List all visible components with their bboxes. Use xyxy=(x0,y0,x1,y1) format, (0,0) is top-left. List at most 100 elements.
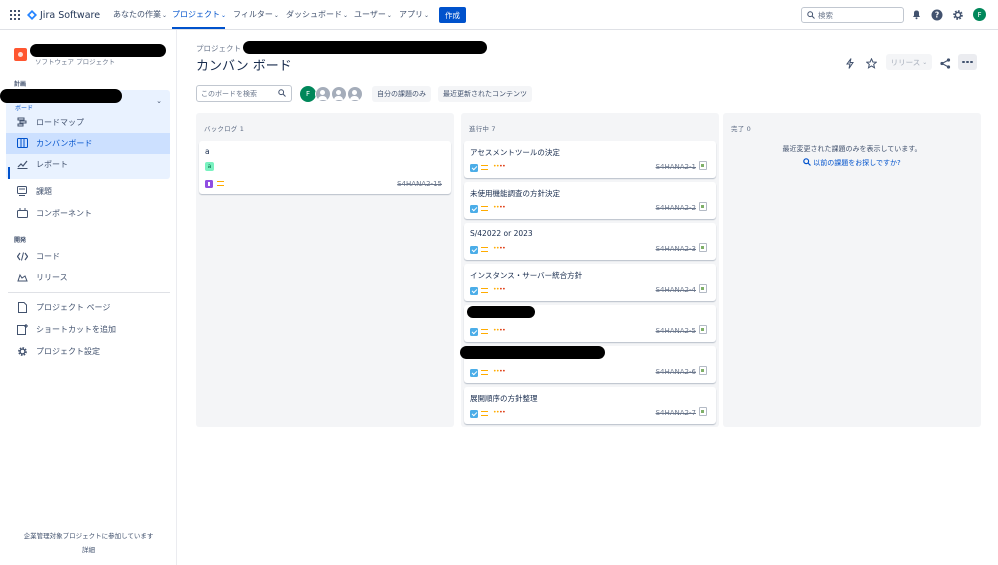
assignee-filter-avatar[interactable] xyxy=(331,86,347,102)
issue-key[interactable]: S4HANA2-4 xyxy=(656,286,696,294)
done-empty-message: 最近変更された課題のみを表示しています。 xyxy=(782,145,922,153)
assignee-filter-avatar[interactable]: F xyxy=(300,86,316,102)
task-icon xyxy=(470,369,478,377)
issue-summary: インスタンス・サーバー統合方針 xyxy=(470,271,583,280)
sidebar-item-reports[interactable]: レポート xyxy=(0,154,170,175)
chevron-down-icon[interactable]: ⌄ xyxy=(156,97,162,105)
assignee-avatar[interactable] xyxy=(699,284,707,293)
search-input[interactable]: 検索 xyxy=(801,7,904,23)
board-column-backlog: バックログ 1 a a S4HANA2-15 xyxy=(196,113,454,427)
status-dots-icon: •••• xyxy=(493,368,506,375)
issue-key[interactable]: S4HANA2-1 xyxy=(656,163,696,171)
issue-key[interactable]: S4HANA2-6 xyxy=(656,368,696,376)
sidebar-item-components[interactable]: コンポーネント xyxy=(0,203,170,224)
nav-filters[interactable]: フィルター⌄ xyxy=(233,9,279,20)
issue-card[interactable]: •••• S4HANA2-6 xyxy=(460,346,716,383)
share-icon[interactable] xyxy=(938,56,952,70)
redacted-issue-summary xyxy=(467,306,535,318)
sidebar-item-project-settings[interactable]: プロジェクト設定 xyxy=(0,341,170,362)
issue-key[interactable]: S4HANA2-2 xyxy=(656,204,696,212)
sidebar-item-code[interactable]: コード xyxy=(0,246,170,267)
issue-key[interactable]: S4HANA2-5 xyxy=(656,327,696,335)
issue-card[interactable]: アセスメントツールの決定 •••• S4HANA2-1 xyxy=(464,141,716,178)
notifications-icon[interactable] xyxy=(910,8,923,21)
redacted-board-name xyxy=(0,89,122,103)
settings-icon xyxy=(16,345,28,357)
board-icon xyxy=(16,137,28,149)
assignee-filter-avatar[interactable] xyxy=(315,86,331,102)
nav-dashboards[interactable]: ダッシュボード⌄ xyxy=(286,9,348,20)
create-button[interactable]: 作成 xyxy=(439,7,466,23)
task-icon xyxy=(470,328,478,336)
issue-key[interactable]: S4HANA2-3 xyxy=(656,245,696,253)
column-title: 完了 0 xyxy=(731,125,752,133)
active-nav-indicator xyxy=(172,27,225,29)
learn-more-link[interactable]: 詳細 xyxy=(0,544,177,554)
star-icon[interactable] xyxy=(864,56,878,70)
issue-card[interactable]: インスタンス・サーバー統合方針 •••• S4HANA2-4 xyxy=(464,264,716,301)
assignee-avatar[interactable] xyxy=(699,161,707,170)
assignee-avatar[interactable] xyxy=(699,366,707,375)
components-icon xyxy=(16,207,28,219)
sidebar-divider xyxy=(8,292,170,293)
breadcrumb[interactable]: プロジェクト xyxy=(196,43,241,54)
settings-icon[interactable] xyxy=(951,8,964,21)
nav-projects[interactable]: プロジェクト⌄ xyxy=(172,9,226,20)
sidebar-item-project-pages[interactable]: プロジェクト ページ xyxy=(0,297,170,318)
release-button[interactable]: リリース ⌄ xyxy=(886,54,932,70)
sidebar-item-releases[interactable]: リリース xyxy=(0,267,170,288)
jira-logo[interactable]: Jira Software xyxy=(27,8,100,22)
sidebar-item-roadmap[interactable]: ロードマップ xyxy=(0,112,170,133)
priority-medium-icon xyxy=(217,181,224,186)
issue-card[interactable]: •••• S4HANA2-5 xyxy=(464,305,716,342)
sidebar-item-add-shortcut[interactable]: ショートカットを追加 xyxy=(0,319,170,340)
section-development: 開発 xyxy=(14,237,27,244)
column-title: 進行中 7 xyxy=(469,125,496,133)
issue-key[interactable]: S4HANA2-15 xyxy=(397,180,442,188)
older-issues-link[interactable]: 以前の課題をお探しですか? xyxy=(723,158,981,168)
issue-summary: 展開順序の方針整理 xyxy=(470,394,538,403)
project-type: ソフトウェア プロジェクト xyxy=(35,58,116,66)
more-actions-icon[interactable] xyxy=(958,54,977,70)
status-dots-icon: •••• xyxy=(493,163,506,170)
code-icon xyxy=(16,250,28,262)
issue-summary: a xyxy=(205,147,210,156)
sidebar-item-issues[interactable]: 課題 xyxy=(0,181,170,202)
priority-medium-icon xyxy=(481,247,488,252)
recently-updated-filter[interactable]: 最近更新されたコンテンツ xyxy=(438,86,532,102)
nav-apps[interactable]: アプリ⌄ xyxy=(399,9,429,20)
issue-card[interactable]: 展開順序の方針整理 •••• S4HANA2-7 xyxy=(464,387,716,424)
priority-medium-icon xyxy=(481,165,488,170)
issue-summary: 未使用機能調査の方針決定 xyxy=(470,189,560,198)
app-switcher-icon[interactable] xyxy=(10,10,20,20)
task-icon xyxy=(470,164,478,172)
nav-people[interactable]: ユーザー⌄ xyxy=(354,9,392,20)
assignee-avatar[interactable] xyxy=(699,243,707,252)
project-avatar-icon[interactable] xyxy=(14,48,27,61)
task-icon xyxy=(470,205,478,213)
issue-label: a xyxy=(205,162,214,171)
sidebar-item-kanban-board[interactable]: カンバンボード xyxy=(6,133,170,154)
user-avatar[interactable]: F xyxy=(973,8,986,21)
issue-card[interactable]: S/42022 or 2023 •••• S4HANA2-3 xyxy=(464,223,716,260)
lightning-icon[interactable] xyxy=(843,56,857,70)
issue-card[interactable]: 未使用機能調査の方針決定 •••• S4HANA2-2 xyxy=(464,182,716,219)
help-icon[interactable]: ? xyxy=(930,8,943,21)
board-search-input[interactable]: このボードを検索 xyxy=(196,85,292,102)
assignee-avatar[interactable] xyxy=(699,325,707,334)
nav-your-work[interactable]: あなたの作業⌄ xyxy=(113,9,167,20)
issue-key[interactable]: S4HANA2-7 xyxy=(656,409,696,417)
issue-summary: アセスメントツールの決定 xyxy=(470,148,560,157)
column-title: バックログ 1 xyxy=(204,125,245,133)
page-icon xyxy=(16,301,28,313)
svg-text:?: ? xyxy=(934,10,938,19)
assignee-filter-avatar[interactable] xyxy=(347,86,363,102)
managed-project-notice: 企業管理対象プロジェクトに参加しています xyxy=(23,532,154,540)
release-icon xyxy=(16,271,28,283)
only-my-issues-filter[interactable]: 自分の課題のみ xyxy=(372,86,431,102)
issue-card[interactable]: a a S4HANA2-15 xyxy=(199,141,451,194)
assignee-avatar[interactable] xyxy=(699,407,707,416)
jira-logo-icon xyxy=(27,10,37,20)
priority-medium-icon xyxy=(481,288,488,293)
assignee-avatar[interactable] xyxy=(699,202,707,211)
